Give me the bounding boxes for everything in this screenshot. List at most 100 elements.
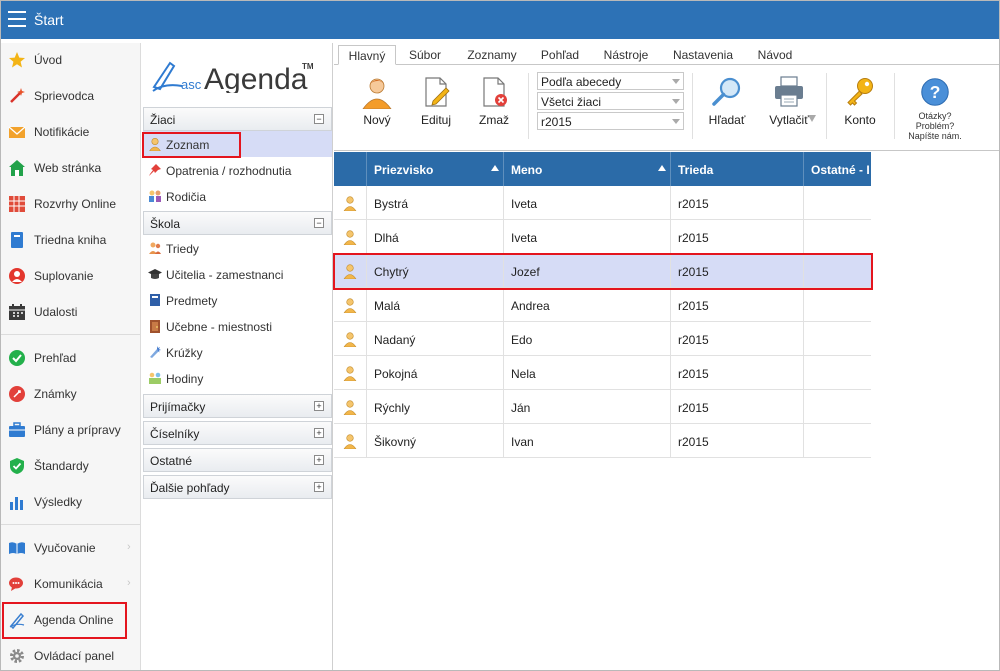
sidebar-item-notifikacie[interactable]: Notifikácie [1, 115, 141, 149]
filter-select[interactable]: Všetci žiaci [537, 92, 684, 110]
tab-hlavny[interactable]: Hlavný [338, 45, 396, 65]
svg-text:?: ? [930, 82, 941, 102]
cell-meno: Nela [504, 356, 671, 390]
new-button[interactable]: Nový [356, 73, 398, 133]
column-header-meno[interactable]: Meno [504, 152, 671, 186]
sidebar-item-vysledky[interactable]: Výsledky [1, 485, 141, 519]
help-text: Otázky? Problém? Napíšte nám. [908, 111, 962, 141]
sidebar-item-web-stranka[interactable]: Web stránka [1, 151, 141, 185]
table-row[interactable]: Šikovný Ivan r2015 [334, 424, 871, 458]
section-ziaci[interactable]: Žiaci − [143, 107, 332, 131]
sidebar-item-prehlad[interactable]: Prehľad [1, 341, 141, 375]
sidebar-item-sprievodca[interactable]: Sprievodca [1, 79, 141, 113]
cell-trieda: r2015 [671, 424, 804, 458]
table-row[interactable]: Bystrá Iveta r2015 [334, 186, 871, 220]
class-select[interactable]: r2015 [537, 112, 684, 130]
nav-item-kruzky[interactable]: Krúžky [143, 339, 332, 365]
table-row[interactable]: Dlhá Iveta r2015 [334, 220, 871, 254]
expand-icon[interactable]: + [314, 428, 324, 438]
table-row[interactable]: Malá Andrea r2015 [334, 288, 871, 322]
sidebar-item-udalosti[interactable]: Udalosti [1, 295, 141, 329]
nav-item-predmety[interactable]: Predmety [143, 287, 332, 313]
cell-priezvisko: Dlhá [367, 220, 504, 254]
section-dalsie-pohlady[interactable]: Ďalšie pohľady + [143, 475, 332, 499]
table-row[interactable]: Chytrý Jozef r2015 [334, 254, 871, 288]
table-row[interactable]: Pokojná Nela r2015 [334, 356, 871, 390]
student-icon [343, 366, 357, 381]
dropdown-arrow-icon [672, 99, 680, 104]
cell-meno: Jozef [504, 254, 671, 288]
bar-chart-icon [10, 497, 23, 510]
nav-item-hodiny[interactable]: Hodiny [143, 365, 332, 391]
tab-nastroje[interactable]: Nástroje [596, 45, 656, 65]
print-dropdown-arrow-icon[interactable] [808, 115, 816, 122]
row-icon-cell [334, 424, 367, 458]
sidebar-item-ovladaci-panel[interactable]: Ovládací panel [1, 639, 141, 670]
delete-button[interactable]: Zmaž [472, 73, 516, 133]
pen-icon [9, 612, 25, 629]
column-header-trieda[interactable]: Trieda [671, 152, 804, 186]
sort-select[interactable]: Podľa abecedy [537, 72, 684, 90]
sidebar-item-uvod[interactable]: Úvod [1, 43, 141, 77]
printer-icon [775, 76, 803, 107]
sidebar-item-standardy[interactable]: Štandardy [1, 449, 141, 483]
expand-icon[interactable]: + [314, 401, 324, 411]
section-ostatne[interactable]: Ostatné + [143, 448, 332, 472]
nav-item-opatrenia[interactable]: Opatrenia / rozhodnutia [143, 157, 332, 183]
pin-icon [149, 164, 161, 176]
section-skola[interactable]: Škola − [143, 211, 332, 235]
tab-zoznamy[interactable]: Zoznamy [460, 45, 524, 65]
sidebar-item-komunikacia[interactable]: Komunikácia › [1, 567, 141, 601]
nav-item-rodicia[interactable]: Rodičia [143, 183, 332, 209]
subject-icon [150, 294, 160, 306]
table-row[interactable]: Rýchly Ján r2015 [334, 390, 871, 424]
column-header-priezvisko[interactable]: Priezvisko [367, 152, 504, 186]
sidebar-item-plany[interactable]: Plány a prípravy [1, 413, 141, 447]
sidebar-divider [1, 334, 141, 335]
collapse-icon[interactable]: − [314, 218, 324, 228]
edit-button[interactable]: Edituj [414, 73, 458, 133]
nav-item-triedy[interactable]: Triedy [143, 235, 332, 261]
app-window: Štart Úvod Sprievodca Notifikácie Web st… [0, 0, 1000, 671]
tab-pohlad[interactable]: Pohľad [534, 45, 586, 65]
calendar-icon [9, 304, 25, 320]
collapse-icon[interactable]: − [314, 114, 324, 124]
cell-trieda: r2015 [671, 322, 804, 356]
account-button[interactable]: Konto [838, 73, 882, 133]
hamburger-menu-icon[interactable] [8, 11, 26, 27]
sidebar-item-znamky[interactable]: Známky [1, 377, 141, 411]
search-button[interactable]: Hľadať [702, 73, 752, 133]
sidebar-item-triedna-kniha[interactable]: Triedna kniha [1, 223, 141, 257]
table-row[interactable]: Nadaný Edo r2015 [334, 322, 871, 356]
sidebar-item-suplovanie[interactable]: Suplovanie [1, 259, 141, 293]
envelope-icon [8, 126, 26, 138]
book-icon [11, 232, 23, 248]
chevron-right-icon: › [127, 577, 131, 589]
section-ciselniky[interactable]: Číselníky + [143, 421, 332, 445]
sidebar-item-agenda-online[interactable]: Agenda Online [1, 603, 141, 637]
section-prijimacky[interactable]: Prijímačky + [143, 394, 332, 418]
cell-ostatne [804, 254, 871, 288]
cell-priezvisko: Šikovný [367, 424, 504, 458]
student-icon [343, 434, 357, 449]
class-icon [149, 242, 161, 254]
sidebar-item-rozvrhy[interactable]: Rozvrhy Online [1, 187, 141, 221]
nav-item-zoznam[interactable]: Zoznam [143, 131, 332, 157]
club-icon [150, 346, 161, 358]
print-button[interactable]: Vytlačiť [760, 73, 818, 133]
key-icon [847, 78, 873, 106]
student-icon [343, 264, 357, 279]
nav-item-ucitelia[interactable]: Učitelia - zamestnanci [143, 261, 332, 287]
tab-nastavenia[interactable]: Nastavenia [668, 45, 738, 65]
sidebar-item-vyucovanie[interactable]: Vyučovanie › [1, 531, 141, 565]
open-book-icon [9, 542, 25, 554]
nav-item-ucebne[interactable]: Učebne - miestnosti [143, 313, 332, 339]
expand-icon[interactable]: + [314, 455, 324, 465]
dropdown-arrow-icon [672, 79, 680, 84]
help-button[interactable]: ? Otázky? Problém? Napíšte nám. [902, 73, 968, 141]
tab-subor[interactable]: Súbor [402, 45, 448, 65]
expand-icon[interactable]: + [314, 482, 324, 492]
column-header-ostatne[interactable]: Ostatné - I [804, 152, 871, 186]
tab-navod[interactable]: Návod [750, 45, 800, 65]
help-question-icon: ? [921, 78, 949, 106]
